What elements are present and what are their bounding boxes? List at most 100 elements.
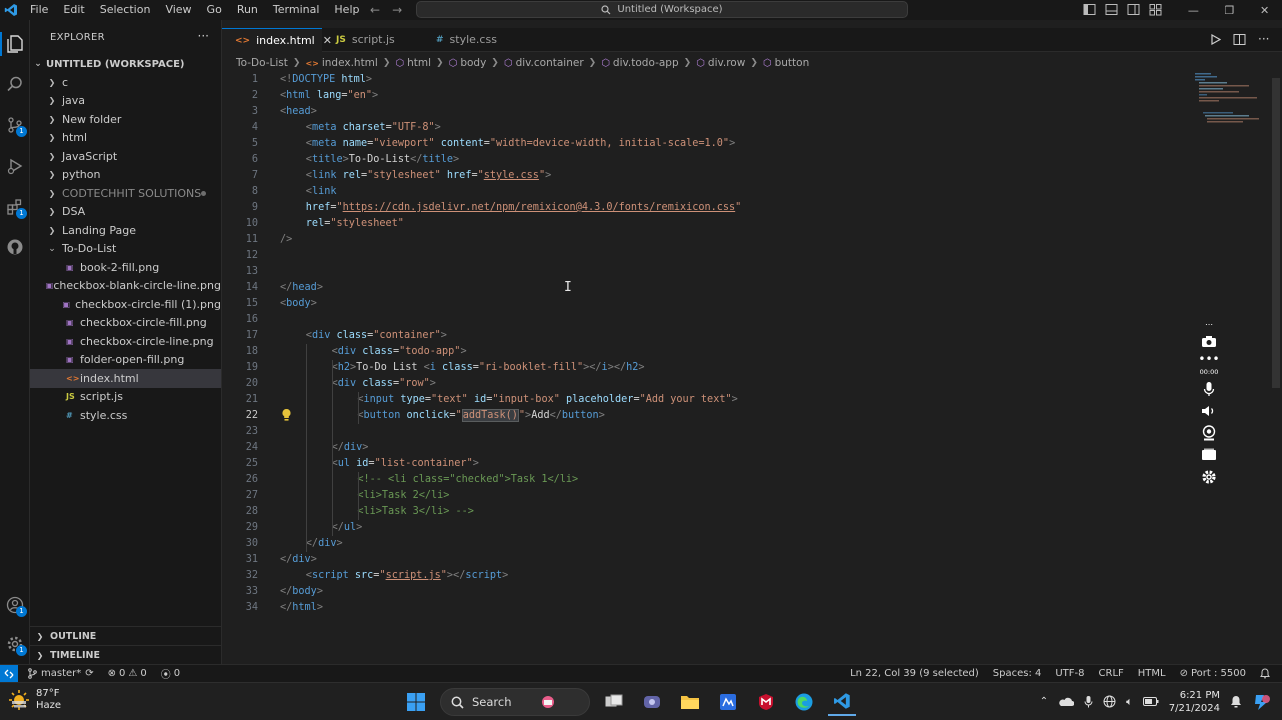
tab-index-html[interactable]: <> index.html ✕	[222, 28, 332, 52]
workspace-header[interactable]: ⌄ UNTITLED (WORKSPACE)	[30, 55, 220, 73]
network-globe-icon[interactable]	[1103, 695, 1116, 708]
branch-status[interactable]: master* ⟳	[27, 668, 94, 679]
file-item[interactable]: ▣ checkbox-circle-line.png	[30, 332, 221, 351]
forward-arrow-icon[interactable]: →	[392, 2, 402, 18]
folder-item[interactable]: ❯ java	[30, 92, 221, 111]
file-item[interactable]: ▣ folder-open-fill.png	[30, 351, 221, 370]
breadcrumb-item[interactable]: div.todo-app	[613, 57, 679, 69]
run-file-icon[interactable]	[1210, 33, 1221, 45]
microphone-tray-icon[interactable]	[1084, 695, 1093, 708]
github-icon[interactable]	[3, 235, 27, 259]
back-arrow-icon[interactable]: ←	[370, 2, 380, 18]
edge-browser-icon[interactable]	[790, 688, 818, 716]
mcafee-shield-icon[interactable]	[752, 688, 780, 716]
problems-status[interactable]: ⊗ 0 ⚠ 0	[108, 668, 147, 679]
settings-gear-icon[interactable]	[1201, 466, 1217, 488]
ports-status[interactable]: ⦿ 0	[161, 666, 180, 681]
folder-item[interactable]: ❯ Landing Page	[30, 221, 221, 240]
folder-item[interactable]: ❯ c	[30, 73, 221, 92]
editor-scrollbar[interactable]	[1272, 78, 1280, 388]
breadcrumb-item[interactable]: button	[775, 57, 810, 69]
menu-help[interactable]: Help	[334, 0, 359, 20]
file-item[interactable]: ▣ checkbox-blank-circle-line.png	[30, 277, 221, 296]
vscode-taskbar-icon[interactable]	[828, 688, 856, 716]
drag-handle-icon[interactable]: ⋯	[1205, 318, 1213, 330]
toggle-panel-icon[interactable]	[1105, 3, 1118, 16]
notifications-bell-icon[interactable]	[1260, 668, 1270, 679]
teams-chat-icon[interactable]	[638, 688, 666, 716]
menu-file[interactable]: File	[30, 0, 48, 20]
file-explorer-icon[interactable]	[676, 688, 704, 716]
notification-bell-icon[interactable]	[1230, 695, 1242, 708]
remote-indicator-icon[interactable]	[0, 665, 18, 682]
breadcrumb-item[interactable]: div.container	[516, 57, 584, 69]
system-clock[interactable]: 6:21 PM 7/21/2024	[1169, 689, 1220, 715]
search-view-icon[interactable]	[3, 72, 27, 96]
screen-icon[interactable]	[1201, 444, 1217, 466]
customize-layout-icon[interactable]	[1149, 3, 1162, 16]
file-item[interactable]: ▣ checkbox-circle-fill.png	[30, 314, 221, 333]
code-editor[interactable]: 1 <!DOCTYPE html> 2 <html lang="en"> 3 <head>…	[222, 72, 1282, 664]
menu-terminal[interactable]: Terminal	[273, 0, 320, 20]
minimap[interactable]	[1195, 72, 1275, 132]
editor-app-icon[interactable]	[714, 688, 742, 716]
windows-start-icon[interactable]	[402, 688, 430, 716]
indentation-status[interactable]: Spaces: 4	[993, 668, 1042, 679]
breadcrumb-item[interactable]: To-Do-List	[236, 57, 288, 69]
more-actions-icon[interactable]: ···	[198, 29, 209, 43]
microphone-icon[interactable]	[1203, 378, 1215, 400]
run-debug-icon[interactable]	[3, 154, 27, 178]
onedrive-icon[interactable]	[1058, 696, 1075, 707]
camera-icon[interactable]	[1201, 330, 1217, 352]
more-actions-icon[interactable]: ···	[1258, 32, 1269, 46]
menu-selection[interactable]: Selection	[100, 0, 151, 20]
copilot-icon[interactable]	[1252, 693, 1272, 711]
language-mode[interactable]: HTML	[1138, 668, 1166, 679]
menu-run[interactable]: Run	[237, 0, 258, 20]
folder-item[interactable]: ❯ New folder	[30, 110, 221, 129]
lightbulb-icon[interactable]	[281, 408, 292, 422]
webcam-icon[interactable]	[1202, 422, 1216, 444]
menu-edit[interactable]: Edit	[63, 0, 84, 20]
folder-item[interactable]: ⌄ To-Do-List	[30, 240, 221, 259]
cursor-position[interactable]: Ln 22, Col 39 (9 selected)	[850, 668, 979, 679]
folder-item[interactable]: ❯ html	[30, 129, 221, 148]
explorer-icon[interactable]	[0, 32, 27, 56]
taskbar-search[interactable]: Search	[440, 688, 590, 716]
weather-widget[interactable]: 87°F Haze	[8, 688, 61, 712]
breadcrumb-item[interactable]: index.html	[322, 57, 378, 69]
extensions-icon[interactable]: 1	[3, 195, 27, 219]
chevron-up-icon[interactable]: ⌃	[1040, 696, 1048, 707]
folder-item[interactable]: ❯ python	[30, 166, 221, 185]
battery-icon[interactable]	[1142, 697, 1159, 706]
tab-style-css[interactable]: # style.css	[422, 28, 522, 51]
folder-item[interactable]: ❯ DSA	[30, 203, 221, 222]
file-item[interactable]: ▣ checkbox-circle-fill (1).png	[30, 295, 221, 314]
menu-view[interactable]: View	[165, 0, 191, 20]
menu-go[interactable]: Go	[207, 0, 222, 20]
file-item[interactable]: <> index.html	[30, 369, 221, 388]
close-window-icon[interactable]: ✕	[1260, 4, 1269, 17]
file-item[interactable]: # style.css	[30, 406, 221, 425]
encoding-status[interactable]: UTF-8	[1055, 668, 1084, 679]
breadcrumb-item[interactable]: div.row	[708, 57, 745, 69]
minimize-icon[interactable]: —	[1188, 4, 1199, 17]
breadcrumb-item[interactable]: html	[407, 57, 431, 69]
more-options-icon[interactable]: •••	[1198, 352, 1219, 366]
toggle-secondary-sidebar-icon[interactable]	[1127, 3, 1140, 16]
breadcrumb-item[interactable]: body	[460, 57, 486, 69]
restore-icon[interactable]: ❐	[1224, 4, 1234, 17]
outline-section[interactable]: ❯ OUTLINE	[30, 626, 221, 645]
task-view-icon[interactable]	[600, 688, 628, 716]
folder-item[interactable]: ❯ JavaScript	[30, 147, 221, 166]
account-icon[interactable]: 1	[3, 593, 27, 617]
split-editor-icon[interactable]	[1233, 33, 1246, 46]
volume-icon[interactable]: 🔈︎	[1126, 695, 1133, 709]
toggle-primary-sidebar-icon[interactable]	[1083, 3, 1096, 16]
source-control-icon[interactable]: 1	[3, 113, 27, 137]
file-item[interactable]: ▣ book-2-fill.png	[30, 258, 221, 277]
live-server-status[interactable]: ⊘ Port : 5500	[1180, 668, 1246, 679]
command-center[interactable]: Untitled (Workspace)	[416, 1, 908, 18]
file-item[interactable]: JS script.js	[30, 388, 221, 407]
sync-icon[interactable]: ⟳	[85, 668, 93, 679]
